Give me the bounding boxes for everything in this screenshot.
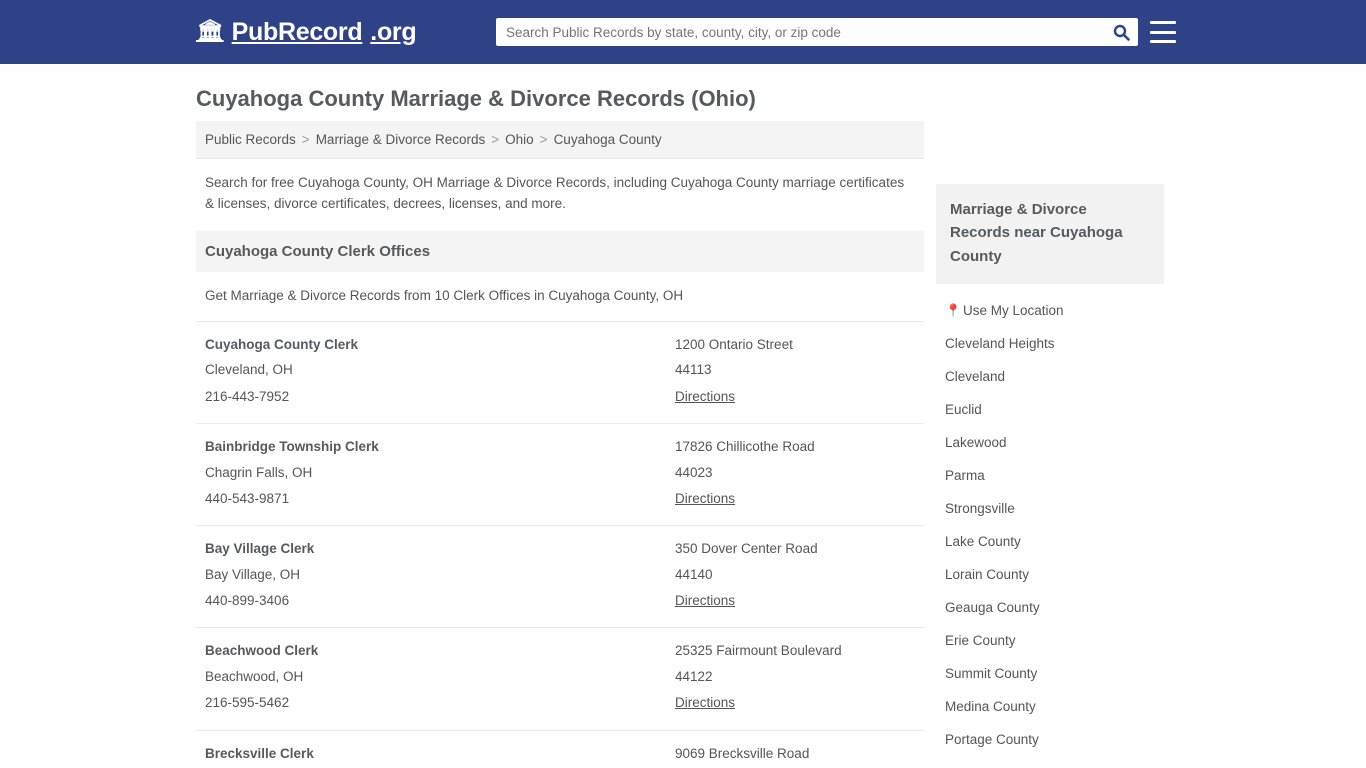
sidebar-item-label: Portage County xyxy=(945,731,1039,747)
sidebar-item-label: Cleveland Heights xyxy=(945,335,1055,351)
search-icon xyxy=(1113,24,1130,41)
office-street: 1200 Ontario Street xyxy=(675,336,793,352)
office-zip: 44023 xyxy=(675,464,713,480)
breadcrumb-separator-3: > xyxy=(539,131,548,147)
office-zip: 44122 xyxy=(675,669,713,685)
site-logo[interactable]: 🏛 PubRecord .org xyxy=(196,17,417,47)
sidebar-item-strongsville[interactable]: Strongsville xyxy=(936,492,1164,525)
directions-link[interactable]: Directions xyxy=(675,593,735,608)
sidebar: Marriage & Divorce Records near Cuyahoga… xyxy=(936,184,1164,768)
sidebar-item-use-my-location[interactable]: 📍 Use My Location xyxy=(936,294,1164,327)
bank-icon: 🏛 xyxy=(196,18,224,43)
breadcrumb-separator-1: > xyxy=(301,131,310,147)
sidebar-item-label: Parma xyxy=(945,467,985,483)
office-details: Bay Village Clerk Bay Village, OH 440-89… xyxy=(205,536,675,614)
search-input[interactable] xyxy=(496,19,1104,45)
office-name: Bay Village Clerk xyxy=(205,541,315,557)
sidebar-item-label: Lorain County xyxy=(945,566,1030,582)
sidebar-item-label: Lakewood xyxy=(945,434,1007,450)
office-phone: 216-595-5462 xyxy=(205,695,290,711)
sidebar-item-lakewood[interactable]: Lakewood xyxy=(936,426,1164,459)
office-address: 9069 Brecksville Road 44141 Directions xyxy=(675,741,915,768)
breadcrumb-item-marriage-divorce[interactable]: Marriage & Divorce Records xyxy=(316,132,486,147)
sidebar-item-label: Geauga County xyxy=(945,599,1040,615)
sidebar-item-portage-county[interactable]: Portage County xyxy=(936,723,1164,756)
office-street: 25325 Fairmount Boulevard xyxy=(675,643,842,659)
office-row: Brecksville Clerk Brecksville, OH 440-52… xyxy=(196,729,924,768)
office-row: Bainbridge Township Clerk Chagrin Falls,… xyxy=(196,422,924,525)
breadcrumb-item-ohio[interactable]: Ohio xyxy=(505,132,534,147)
office-city: Chagrin Falls, OH xyxy=(205,464,313,480)
page-intro-text: Search for free Cuyahoga County, OH Marr… xyxy=(205,174,905,211)
office-street: 17826 Chillicothe Road xyxy=(675,438,815,454)
office-address: 1200 Ontario Street 44113 Directions xyxy=(675,332,915,410)
section-heading-clerk-offices: Cuyahoga County Clerk Offices xyxy=(196,230,924,272)
hamburger-menu-button[interactable] xyxy=(1150,21,1176,43)
breadcrumb-separator-2: > xyxy=(491,131,500,147)
directions-link[interactable]: Directions xyxy=(675,695,735,710)
sidebar-item-summit-county[interactable]: Summit County xyxy=(936,657,1164,690)
map-pin-icon: 📍 xyxy=(945,302,962,318)
sidebar-item-erie-county[interactable]: Erie County xyxy=(936,624,1164,657)
sidebar-item-lorain-county[interactable]: Lorain County xyxy=(936,558,1164,591)
breadcrumb-item-public-records[interactable]: Public Records xyxy=(205,132,296,147)
directions-link[interactable]: Directions xyxy=(675,389,735,404)
sidebar-item-label: Strongsville xyxy=(945,500,1015,516)
search-bar xyxy=(496,18,1138,46)
office-street: 9069 Brecksville Road xyxy=(675,745,810,761)
sidebar-item-geauga-county[interactable]: Geauga County xyxy=(936,591,1164,624)
sidebar-item-label: Erie County xyxy=(945,632,1016,648)
office-row: Beachwood Clerk Beachwood, OH 216-595-54… xyxy=(196,627,924,729)
menu-line-3 xyxy=(1150,40,1176,43)
page-title: Cuyahoga County Marriage & Divorce Recor… xyxy=(196,86,756,111)
site-header: 🏛 PubRecord .org xyxy=(0,0,1366,64)
office-details: Cuyahoga County Clerk Cleveland, OH 216-… xyxy=(205,332,675,410)
office-city: Beachwood, OH xyxy=(205,669,304,685)
office-name: Cuyahoga County Clerk xyxy=(205,336,359,352)
sidebar-item-medina-county[interactable]: Medina County xyxy=(936,690,1164,723)
office-details: Beachwood Clerk Beachwood, OH 216-595-54… xyxy=(205,638,675,716)
breadcrumb-item-cuyahoga-county[interactable]: Cuyahoga County xyxy=(554,132,662,147)
sidebar-item-label: Medina County xyxy=(945,698,1036,714)
sidebar-item-parma[interactable]: Parma xyxy=(936,459,1164,492)
menu-line-2 xyxy=(1150,30,1176,34)
sidebar-nearby-list: 📍 Use My Location Cleveland Heights Clev… xyxy=(936,284,1164,756)
office-phone: 216-443-7952 xyxy=(205,388,290,404)
sidebar-card-title: Marriage & Divorce Records near Cuyahoga… xyxy=(936,184,1164,284)
office-details: Brecksville Clerk Brecksville, OH 440-52… xyxy=(205,741,675,768)
office-phone: 440-899-3406 xyxy=(205,593,290,609)
office-address: 25325 Fairmount Boulevard 44122 Directio… xyxy=(675,638,915,716)
office-name: Brecksville Clerk xyxy=(205,745,314,761)
main-content: Cuyahoga County Marriage & Divorce Recor… xyxy=(196,84,924,768)
sidebar-item-label: Lake County xyxy=(945,533,1021,549)
office-name: Beachwood Clerk xyxy=(205,643,319,659)
sidebar-item-label: Euclid xyxy=(945,401,982,417)
section-subheading: Get Marriage & Divorce Records from 10 C… xyxy=(205,287,684,303)
breadcrumb: Public Records > Marriage & Divorce Record… xyxy=(196,120,924,159)
office-row: Bay Village Clerk Bay Village, OH 440-89… xyxy=(196,525,924,627)
menu-line-1 xyxy=(1150,21,1176,24)
office-name: Bainbridge Township Clerk xyxy=(205,438,379,454)
sidebar-item-label: Use My Location xyxy=(963,302,1064,318)
office-address: 350 Dover Center Road 44140 Directions xyxy=(675,536,915,614)
directions-link[interactable]: Directions xyxy=(675,491,735,506)
office-zip: 44113 xyxy=(675,362,712,378)
sidebar-item-cleveland-heights[interactable]: Cleveland Heights xyxy=(936,327,1164,360)
office-city: Cleveland, OH xyxy=(205,362,293,378)
search-button[interactable] xyxy=(1104,18,1138,46)
brand-name: PubRecord xyxy=(231,17,363,46)
office-details: Bainbridge Township Clerk Chagrin Falls,… xyxy=(205,434,675,512)
office-address: 17826 Chillicothe Road 44023 Directions xyxy=(675,434,915,512)
office-phone: 440-543-9871 xyxy=(205,490,290,506)
sidebar-item-label: Summit County xyxy=(945,665,1038,681)
sidebar-item-euclid[interactable]: Euclid xyxy=(936,393,1164,426)
sidebar-item-label: Cleveland xyxy=(945,368,1006,384)
office-street: 350 Dover Center Road xyxy=(675,541,818,557)
office-row: Cuyahoga County Clerk Cleveland, OH 216-… xyxy=(196,320,924,423)
office-city: Bay Village, OH xyxy=(205,566,301,582)
office-zip: 44140 xyxy=(675,566,713,582)
sidebar-item-cleveland[interactable]: Cleveland xyxy=(936,360,1164,393)
brand-tld: .org xyxy=(370,17,417,46)
sidebar-item-lake-county[interactable]: Lake County xyxy=(936,525,1164,558)
